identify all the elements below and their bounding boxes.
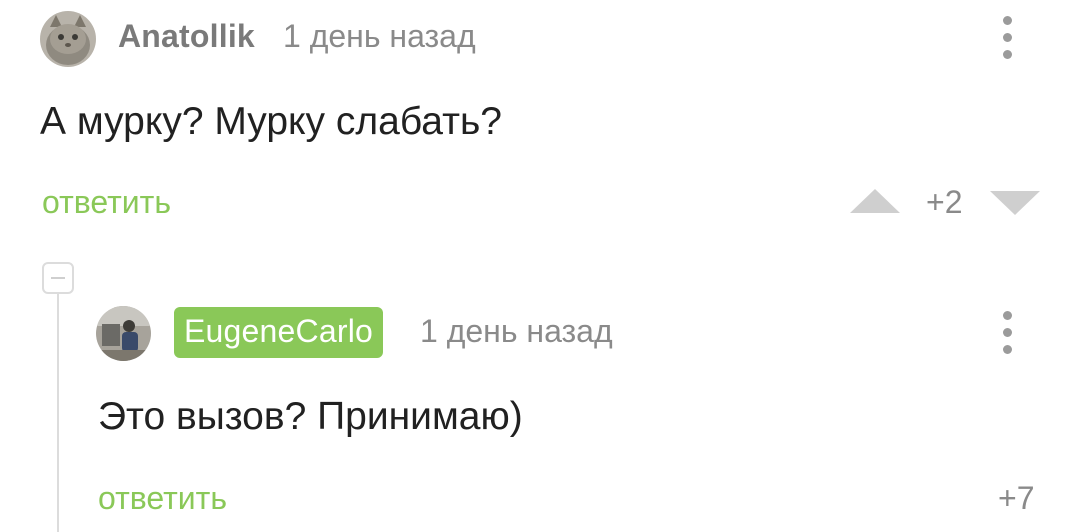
- comment-time: 1 день назад: [283, 18, 476, 54]
- thread-line[interactable]: [57, 293, 59, 532]
- username[interactable]: EugeneCarlo: [174, 307, 383, 358]
- reply-button[interactable]: ответить: [98, 480, 227, 517]
- avatar[interactable]: [40, 11, 96, 67]
- more-vertical-icon[interactable]: [999, 14, 1015, 64]
- collapse-thread-button[interactable]: [42, 262, 74, 294]
- upvote-arrow-icon[interactable]: [850, 189, 900, 213]
- comment-time: 1 день назад: [420, 313, 613, 349]
- username[interactable]: Anatollik: [118, 18, 255, 55]
- person-avatar-icon: [96, 306, 151, 361]
- rating-value: +7: [998, 480, 1035, 516]
- rating-value: +2: [926, 184, 963, 220]
- cat-avatar-icon: [40, 11, 96, 67]
- reply-button[interactable]: ответить: [42, 184, 171, 221]
- comment-text: А мурку? Мурку слабать?: [40, 100, 502, 143]
- more-vertical-icon[interactable]: [999, 309, 1015, 359]
- comment-text: Это вызов? Принимаю): [98, 395, 523, 438]
- avatar[interactable]: [96, 306, 151, 361]
- downvote-arrow-icon[interactable]: [990, 191, 1040, 215]
